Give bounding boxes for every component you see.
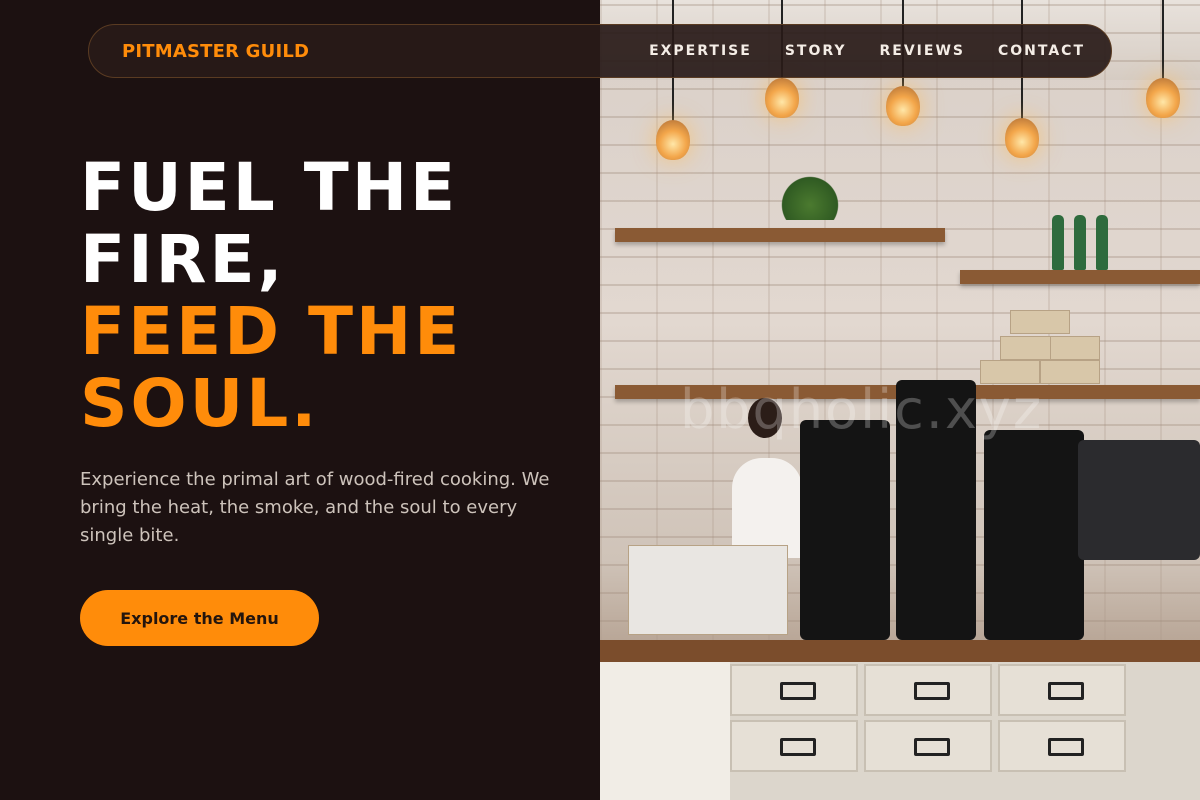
hero-title-line-accent: SOUL. — [80, 365, 320, 442]
coffee-grinder — [800, 420, 890, 640]
drawer-cabinet — [730, 662, 1200, 800]
nav-link-expertise[interactable]: EXPERTISE — [649, 43, 752, 59]
pendant-light-icon — [1005, 118, 1039, 158]
drawer — [730, 720, 858, 772]
barista-body — [732, 458, 802, 558]
product-tray — [628, 545, 788, 635]
bottle — [1096, 215, 1108, 270]
cabinet — [600, 662, 730, 800]
pendant-light-icon — [765, 78, 799, 118]
photo-watermark: bbqholic.xyz — [680, 378, 1044, 441]
drawer — [730, 664, 858, 716]
top-navbar: PITMASTER GUILD EXPERTISE STORY REVIEWS … — [88, 24, 1112, 78]
site-logo[interactable]: PITMASTER GUILD — [122, 41, 309, 62]
espresso-machine — [1078, 440, 1200, 560]
pendant-light-icon — [1146, 78, 1180, 118]
drawer — [864, 664, 992, 716]
hero-title-line: FUEL THE — [80, 149, 459, 226]
nav-link-story[interactable]: STORY — [785, 43, 847, 59]
hero-title-line-accent: FEED THE — [80, 293, 463, 370]
paper-bag — [1040, 360, 1100, 384]
wall-shelf — [615, 228, 945, 242]
drawer — [998, 720, 1126, 772]
coffee-grinder — [984, 430, 1084, 640]
counter-top — [600, 640, 1200, 662]
light-cord — [1162, 0, 1164, 80]
bottle — [1052, 215, 1064, 270]
hero-subtitle: Experience the primal art of wood-fired … — [80, 469, 550, 546]
pendant-light-icon — [656, 120, 690, 160]
plant — [780, 170, 840, 220]
explore-menu-button[interactable]: Explore the Menu — [80, 590, 319, 646]
hero-title-line: FIRE, — [80, 221, 286, 298]
wall-shelf — [960, 270, 1200, 284]
nav-link-reviews[interactable]: REVIEWS — [880, 43, 965, 59]
nav-links: EXPERTISE STORY REVIEWS CONTACT — [649, 43, 1085, 59]
hero-title: FUEL THE FIRE, FEED THE SOUL. — [80, 152, 462, 440]
pendant-light-icon — [886, 86, 920, 126]
bottle — [1074, 215, 1086, 270]
paper-bag — [1010, 310, 1070, 334]
drawer — [998, 664, 1126, 716]
nav-link-contact[interactable]: CONTACT — [998, 43, 1085, 59]
paper-bag — [1050, 336, 1100, 360]
drawer — [864, 720, 992, 772]
